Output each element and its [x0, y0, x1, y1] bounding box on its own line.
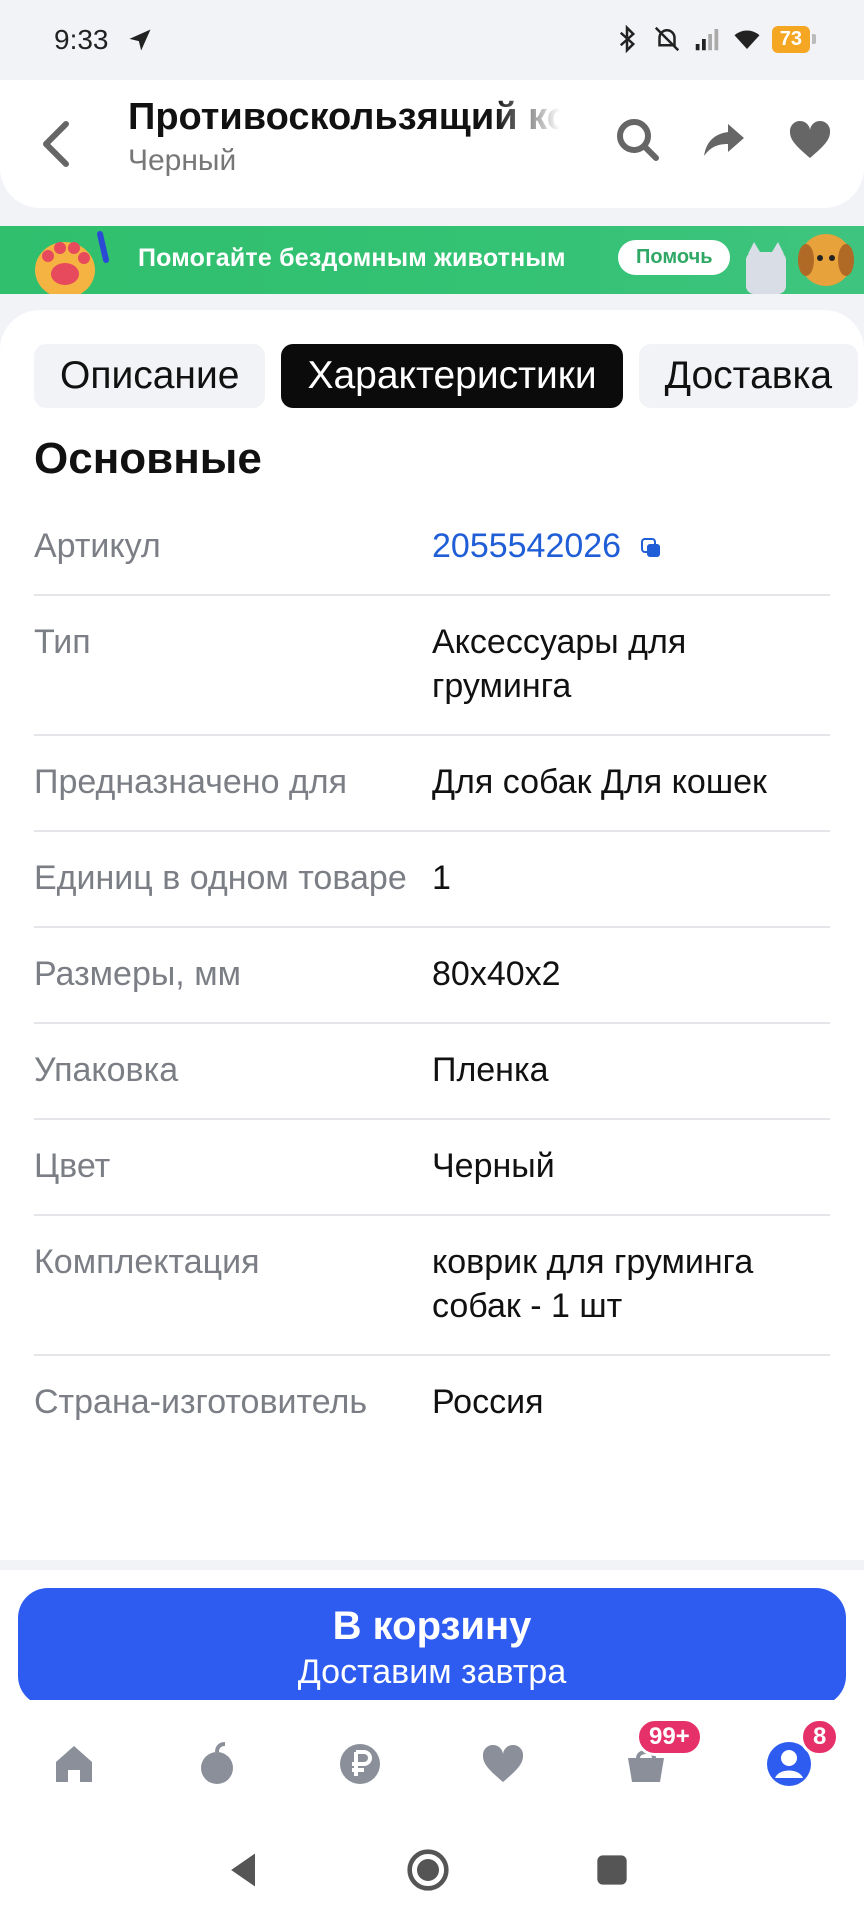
table-row: Тип Аксессуары для груминга — [34, 596, 830, 736]
header-actions — [614, 116, 834, 164]
favorites-icon[interactable] — [479, 1740, 527, 1788]
details-tabs: Описание Характеристики Доставка — [34, 344, 859, 408]
article-number-link[interactable]: 2055542026 — [432, 524, 830, 568]
row-value: Россия — [432, 1383, 544, 1421]
table-row: Артикул 2055542026 — [34, 500, 830, 596]
product-details-card: Описание Характеристики Доставка Основны… — [0, 310, 864, 1560]
row-value: Аксессуары для груминга — [432, 623, 687, 705]
row-value: 80x40x2 — [432, 955, 561, 993]
row-key: Тип — [34, 623, 91, 661]
status-bar: 9:33 73 — [0, 0, 864, 80]
row-key: Артикул — [34, 527, 161, 565]
add-to-cart-button[interactable]: В корзину Доставим завтра — [18, 1588, 846, 1706]
search-icon[interactable] — [614, 116, 662, 164]
signal-icon — [695, 29, 718, 51]
row-value: Для собак Для кошек — [432, 763, 767, 801]
section-title: Основные — [34, 434, 262, 483]
wifi-icon — [734, 30, 760, 49]
mute-icon — [654, 26, 679, 52]
product-title: Противоскользящий коврик — [128, 96, 560, 138]
tab-description[interactable]: Описание — [34, 344, 266, 408]
system-home-icon[interactable] — [406, 1848, 450, 1892]
pets-illustration-icon — [746, 234, 854, 294]
row-key: Страна-изготовитель — [34, 1383, 368, 1421]
tab-characteristics[interactable]: Характеристики — [281, 344, 623, 408]
article-number[interactable]: 2055542026 — [432, 527, 621, 565]
status-icons: 73 — [612, 24, 817, 54]
row-value: Черный — [432, 1147, 555, 1185]
status-time: 9:33 — [54, 24, 109, 55]
cart-button-label: В корзину — [332, 1604, 532, 1648]
table-row: Предназначено для Для собак Для кошек — [34, 736, 830, 832]
table-row: Единиц в одном товаре 1 — [34, 832, 830, 928]
system-recents-icon[interactable] — [590, 1848, 634, 1892]
bottom-navigation: 99+ 8 — [0, 1700, 864, 1820]
cart-bar: В корзину Доставим завтра — [0, 1570, 864, 1706]
cart-button-sublabel: Доставим завтра — [297, 1653, 567, 1691]
system-navigation — [0, 1820, 864, 1920]
paw-illustration-icon — [35, 231, 109, 294]
row-key: Комплектация — [34, 1243, 260, 1281]
bluetooth-icon — [619, 24, 635, 54]
back-arrow-icon[interactable] — [36, 116, 76, 172]
copy-icon[interactable] — [639, 536, 663, 560]
characteristics-table: Артикул 2055542026 Тип Аксессуары для гр… — [34, 500, 830, 1450]
battery-indicator: 73 — [771, 25, 817, 53]
home-icon[interactable] — [50, 1740, 98, 1788]
heart-icon[interactable] — [786, 116, 834, 164]
table-row: Упаковка Пленка — [34, 1024, 830, 1120]
banner-text: Помогайте бездомным животным — [138, 244, 566, 272]
table-row: Цвет Черный — [34, 1120, 830, 1216]
product-header: Противоскользящий коврик Черный — [0, 80, 864, 208]
row-key: Предназначено для — [34, 763, 348, 801]
row-value: 1 — [432, 859, 451, 897]
charity-banner[interactable]: Помогайте бездомным животным Помочь — [0, 226, 864, 294]
row-value: коврик для груминга собак - 1 шт — [432, 1243, 754, 1325]
banner-help-button[interactable]: Помочь — [618, 240, 731, 275]
table-row: Страна-изготовитель Россия — [34, 1356, 830, 1450]
row-value: Пленка — [432, 1051, 549, 1089]
share-icon[interactable] — [700, 116, 748, 164]
navigation-icon — [129, 29, 151, 51]
catalog-icon[interactable] — [193, 1740, 241, 1788]
row-key: Цвет — [34, 1147, 111, 1185]
table-row: Комплектация коврик для груминга собак -… — [34, 1216, 830, 1356]
system-back-icon[interactable] — [222, 1848, 266, 1892]
payment-icon[interactable] — [336, 1740, 384, 1788]
profile-badge: 8 — [800, 1718, 840, 1756]
row-key: Единиц в одном товаре — [34, 859, 407, 897]
row-key: Упаковка — [34, 1051, 179, 1089]
tab-delivery[interactable]: Доставка — [638, 344, 859, 408]
table-row: Размеры, мм 80x40x2 — [34, 928, 830, 1024]
product-color-subtitle: Черный — [128, 144, 237, 177]
cart-badge: 99+ — [636, 1718, 703, 1756]
row-key: Размеры, мм — [34, 955, 241, 993]
